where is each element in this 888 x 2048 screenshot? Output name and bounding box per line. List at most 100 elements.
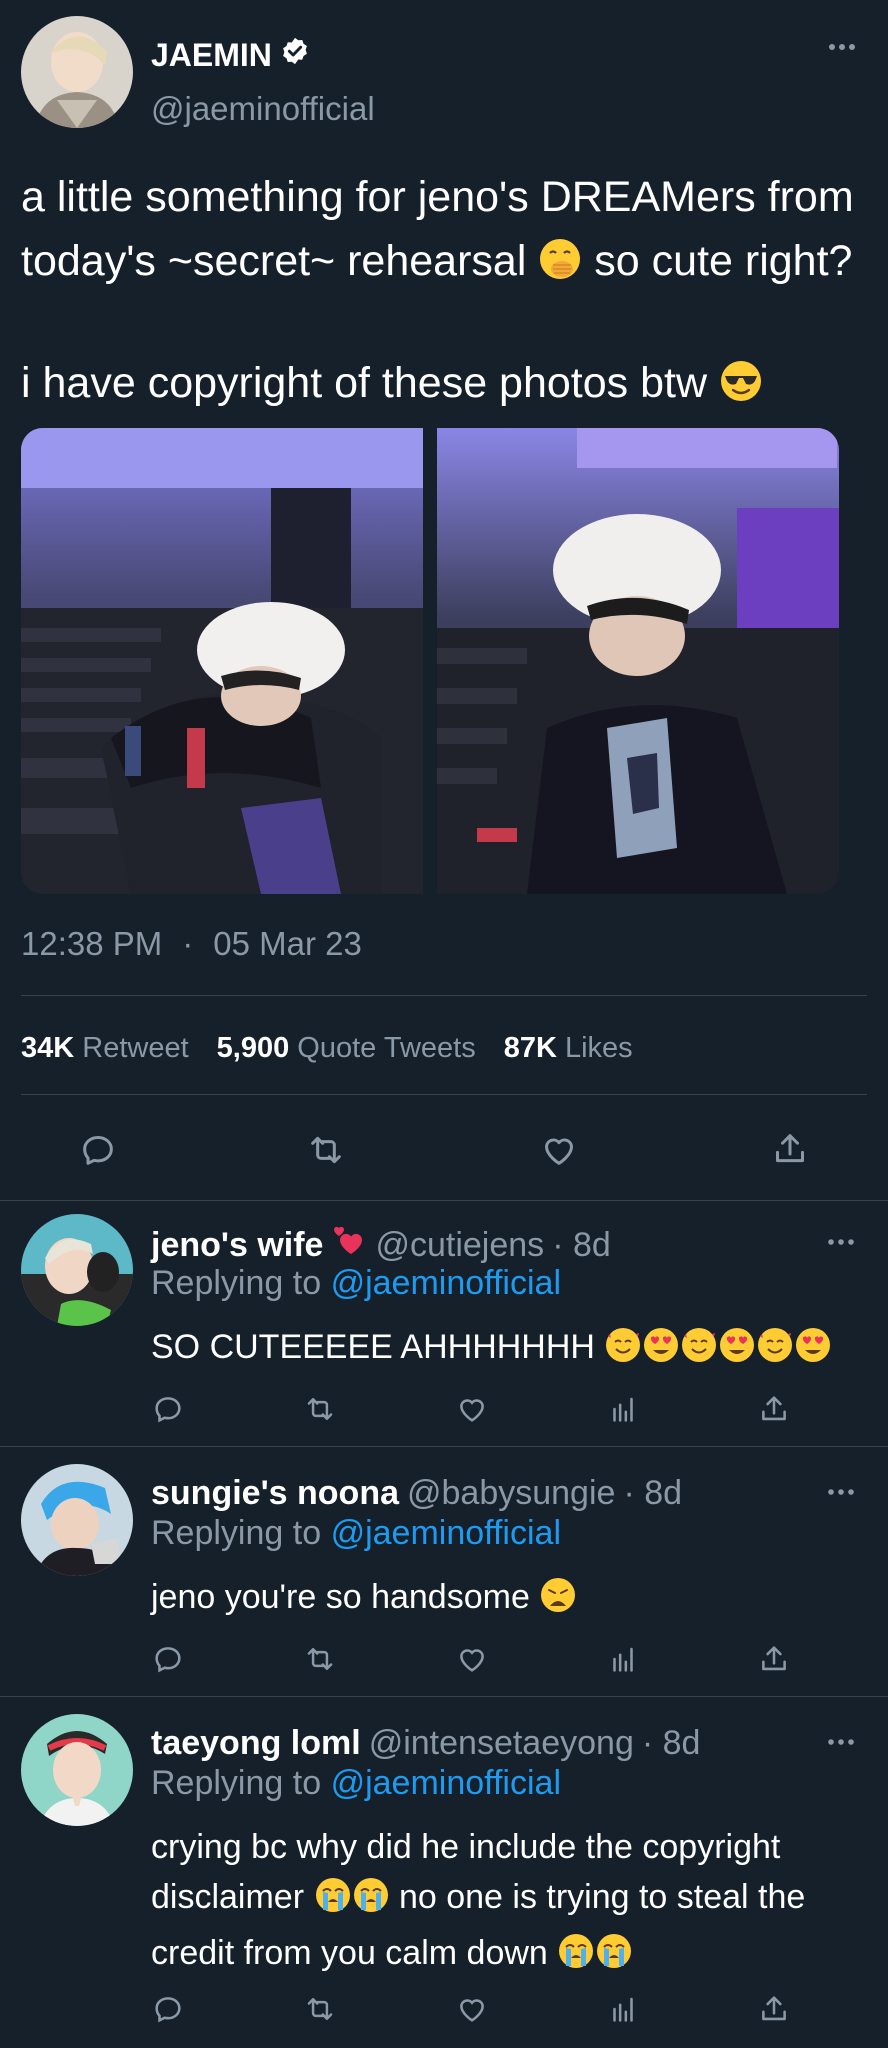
reply-tweet[interactable]: sungie's noona @babysungie · 8d Replying… [0,1450,888,1700]
analytics-icon[interactable] [606,1392,640,1431]
analytics-icon[interactable] [606,1642,640,1681]
reply-author-name[interactable]: jeno's wife [151,1226,323,1265]
reply-action-bar [151,1392,791,1431]
tweet-timestamp: 12:38 PM · 05 Mar 23 [21,925,362,963]
reply-header: sungie's noona @babysungie · 8d [151,1474,682,1513]
quotes-count: 5,900 [216,1032,290,1064]
reply-author-name[interactable]: taeyong loml [151,1724,361,1763]
reply-icon[interactable] [78,1130,118,1170]
reply-avatar[interactable] [21,1214,133,1326]
quotes-label: Quote Tweets [297,1032,476,1064]
reply-author-handle[interactable]: @babysungie [407,1474,615,1513]
weary-face-emoji-icon [539,1576,577,1628]
divider [21,1094,867,1095]
reply-author-name[interactable]: sungie's noona [151,1474,399,1513]
share-icon[interactable] [770,1128,810,1170]
crying-face-emoji-icon [595,1932,633,1984]
retweet-icon[interactable] [302,1392,338,1431]
reply-action-bar [151,1642,791,1681]
reply-age: · 8d [623,1474,683,1512]
like-icon[interactable] [455,1642,489,1681]
more-options-icon[interactable] [828,42,856,52]
heart-eyes-emoji-icon [642,1326,680,1378]
retweet-icon[interactable] [302,1642,338,1681]
reply-text: crying bc why did he include the copyrig… [151,1822,851,1984]
quotes-stat[interactable]: 5,900 Quote Tweets [217,1032,476,1065]
likes-label: Likes [564,1032,633,1064]
reply-tweet[interactable]: taeyong loml @intensetaeyong · 8d Replyi… [0,1700,888,2048]
likes-stat[interactable]: 87K Likes [504,1032,633,1065]
reply-icon[interactable] [151,1392,185,1431]
smiling-face-with-hearts-emoji-icon [680,1326,718,1378]
likes-count: 87K [503,1032,557,1064]
analytics-icon[interactable] [606,1992,640,2031]
tweet-photo-2[interactable] [437,428,839,894]
share-icon[interactable] [757,1992,791,2031]
tweet-stats: 34K Retweet 5,900 Quote Tweets 87K Likes [21,1032,633,1065]
reply-text: SO CUTEEEEE AHHHHHHH [151,1322,851,1378]
divider [21,995,867,996]
author-handle[interactable]: @jaeminofficial [151,90,375,128]
reply-text-body: SO CUTEEEEE AHHHHHHH [151,1328,595,1366]
more-options-icon[interactable] [828,1234,854,1252]
divider [0,1696,888,1697]
share-icon[interactable] [757,1642,791,1681]
tweet-text-line1-end: so cute right? [594,237,853,285]
reply-author-handle[interactable]: @intensetaeyong [369,1724,634,1763]
hand-over-mouth-emoji-icon [538,235,582,299]
like-icon[interactable] [455,1392,489,1431]
heart-eyes-emoji-icon [718,1326,756,1378]
retweet-icon[interactable] [304,1130,348,1170]
reply-action-bar [151,1992,791,2031]
heart-eyes-emoji-icon [794,1326,832,1378]
reply-age: · 8d [641,1724,701,1762]
reply-avatar[interactable] [21,1464,133,1576]
author-name[interactable]: JAEMIN [151,37,272,74]
replying-to: Replying to @jaeminofficial [151,1264,561,1303]
retweets-label: Retweet [82,1032,189,1064]
replying-to: Replying to @jaeminofficial [151,1514,561,1553]
smiling-face-with-hearts-emoji-icon [756,1326,794,1378]
replying-to-prefix: Replying to [151,1764,322,1802]
replying-to-link[interactable]: @jaeminofficial [331,1264,561,1302]
crying-face-emoji-icon [314,1876,352,1928]
replying-to-prefix: Replying to [151,1264,322,1302]
like-icon[interactable] [455,1992,489,2031]
replying-to-link[interactable]: @jaeminofficial [331,1764,561,1802]
more-options-icon[interactable] [828,1484,854,1502]
reply-age: · 8d [552,1226,611,1264]
tweet-date: 05 Mar 23 [213,925,362,962]
reply-text-body: jeno you're so handsome [151,1578,530,1616]
like-icon[interactable] [538,1130,580,1170]
reply-icon[interactable] [151,1642,185,1681]
two-hearts-emoji-icon [331,1224,367,1267]
tweet-photo-1[interactable] [21,428,423,894]
more-options-icon[interactable] [828,1734,854,1752]
replying-to-prefix: Replying to [151,1514,322,1552]
reply-header: jeno's wife @cutiejens · 8d [151,1224,611,1267]
author-name-row[interactable]: JAEMIN [151,36,310,74]
reply-avatar[interactable] [21,1714,133,1826]
tweet-text-line2: i have copyright of these photos btw [21,359,708,407]
reply-author-handle[interactable]: @cutiejens [375,1226,544,1265]
tweet-text: a little something for jeno's DREAMers f… [21,165,871,421]
tweet-time: 12:38 PM [21,925,163,962]
retweets-stat[interactable]: 34K Retweet [21,1032,189,1065]
smiling-face-with-hearts-emoji-icon [604,1326,642,1378]
reply-header: taeyong loml @intensetaeyong · 8d [151,1724,700,1763]
replying-to-link[interactable]: @jaeminofficial [331,1514,561,1552]
timestamp-separator: · [182,925,194,962]
reply-text: jeno you're so handsome [151,1572,851,1628]
crying-face-emoji-icon [352,1876,390,1928]
crying-face-emoji-icon [557,1932,595,1984]
replying-to: Replying to @jaeminofficial [151,1764,561,1803]
verified-badge-icon [280,36,310,74]
share-icon[interactable] [757,1392,791,1431]
retweets-count: 34K [21,1032,75,1064]
reply-tweet[interactable]: jeno's wife @cutiejens · 8d Replying to … [0,1200,888,1450]
author-avatar[interactable] [21,16,133,128]
sunglasses-emoji-icon [719,357,763,421]
reply-icon[interactable] [151,1992,185,2031]
divider [0,1446,888,1447]
retweet-icon[interactable] [302,1992,338,2031]
